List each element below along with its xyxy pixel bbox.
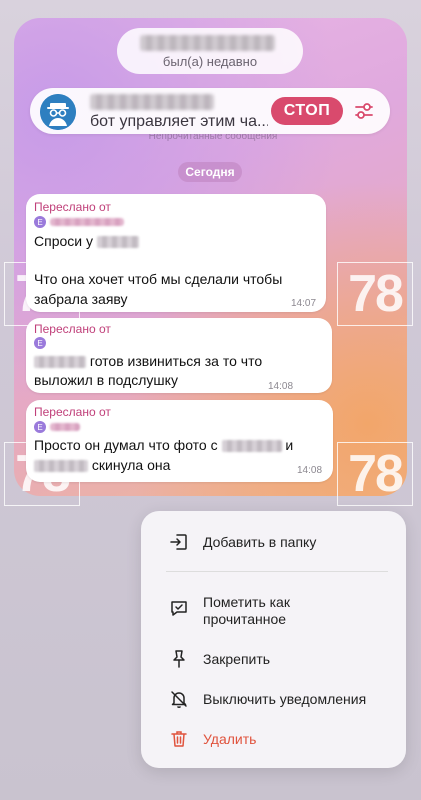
message-line: Спроси у (34, 231, 139, 251)
message-text: готов извиниться за то что (89, 353, 263, 369)
menu-item-label: Удалить (203, 731, 257, 747)
pin-icon (173, 650, 185, 668)
forward-source-avatar: E (34, 421, 46, 433)
unread-divider: Непрочитанные сообщения (148, 134, 278, 142)
mark-read-icon (171, 601, 187, 616)
forwarded-label: Переслано от (34, 200, 111, 214)
watermark: 78 (337, 262, 413, 326)
bot-avatar (40, 94, 76, 130)
message-line: Просто он думал что фото с и (34, 435, 293, 455)
message-text: и (285, 437, 294, 453)
settings-sliders-icon[interactable] (353, 100, 375, 122)
message-text: забрала заяву (34, 291, 128, 307)
menu-item-add-to-folder[interactable]: Добавить в папку (141, 527, 406, 557)
stop-bot-button[interactable]: СТОП (271, 97, 343, 125)
mute-bell-icon (171, 691, 187, 709)
name-redacted (34, 460, 88, 473)
message-text: Просто он думал что фото с (34, 437, 218, 453)
date-chip: Сегодня (178, 162, 242, 182)
bot-incognito-icon (40, 94, 76, 130)
name-redacted (34, 356, 86, 369)
forward-source-avatar: E (34, 337, 46, 349)
menu-divider (166, 571, 388, 572)
add-to-folder-icon (170, 534, 187, 550)
forward-source-redacted (50, 218, 124, 226)
menu-item-label: Добавить в папку (203, 534, 317, 550)
watermark: 78 (337, 442, 413, 506)
message-time: 14:08 (268, 381, 294, 392)
name-redacted (96, 236, 139, 249)
trash-icon (171, 731, 187, 747)
message-text: Что она хочет чтоб мы сделали чтобы (34, 271, 283, 287)
message-text: выложил в подслушку (34, 372, 178, 388)
menu-item-delete[interactable]: Удалить (141, 724, 406, 754)
message-line: скинула она (34, 455, 170, 475)
chat-name-redacted (140, 35, 275, 51)
forward-source-avatar: E (34, 216, 46, 228)
menu-item-pin[interactable]: Закрепить (141, 644, 406, 674)
menu-item-label: Закрепить (203, 651, 271, 667)
bot-status-text: бот управляет этим ча... (90, 113, 268, 130)
chat-status: был(а) недавно (162, 54, 258, 69)
menu-item-mute[interactable]: Выключить уведомления (141, 684, 406, 714)
menu-item-mark-read[interactable]: Пометить как прочитанное (141, 592, 406, 632)
message-time: 14:07 (291, 298, 317, 309)
name-redacted (221, 440, 282, 453)
menu-item-label: Выключить уведомления (203, 691, 367, 707)
bot-name-redacted (90, 94, 214, 110)
message-time: 14:08 (297, 465, 323, 476)
menu-item-label: Пометить как прочитанное (203, 594, 290, 627)
message-line: готов извиниться за то что (34, 351, 262, 371)
forwarded-label: Переслано от (34, 322, 111, 336)
forward-source-redacted (50, 423, 80, 431)
forwarded-label: Переслано от (34, 405, 111, 419)
message-text: скинула она (91, 457, 171, 473)
message-text: Спроси у (34, 233, 93, 249)
